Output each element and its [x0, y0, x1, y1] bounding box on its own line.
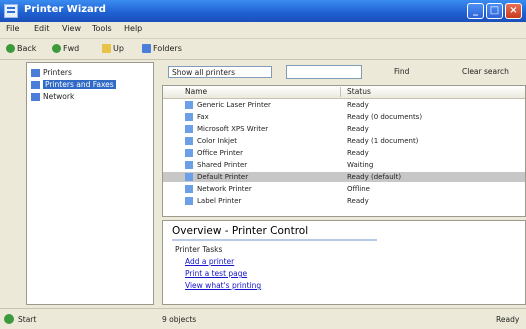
task-link[interactable]: Add a printer — [185, 257, 234, 266]
forward-label: Fwd — [63, 44, 80, 53]
forward-arrow-icon — [52, 44, 61, 53]
task-link[interactable]: Print a test page — [185, 269, 247, 278]
minimize-button[interactable]: _ — [467, 3, 484, 19]
toolbar: Back Fwd Up Folders — [0, 39, 526, 60]
printer-name: Default Printer — [197, 173, 249, 181]
printer-icon — [185, 125, 193, 133]
list-header: Name Status — [163, 86, 525, 99]
table-row[interactable]: Shared Printer Waiting — [163, 160, 525, 170]
menu-tools[interactable]: Tools — [92, 24, 112, 33]
printer-icon — [185, 173, 193, 181]
details-pane: Overview - Printer Control Printer Tasks… — [162, 220, 526, 305]
menu-bar: File Edit View Tools Help — [0, 22, 526, 39]
table-row[interactable]: Default Printer Ready (default) — [163, 172, 525, 182]
details-title: Overview - Printer Control — [172, 225, 309, 237]
window: Printer Wizard _ □ × File Edit View Tool… — [0, 0, 526, 329]
printer-status: Waiting — [347, 161, 374, 169]
folders-label: Folders — [153, 44, 182, 53]
search-input[interactable] — [286, 65, 362, 79]
status-center: 9 objects — [162, 315, 197, 324]
table-row[interactable]: Microsoft XPS Writer Ready — [163, 124, 525, 134]
content-pane: Show all printers Find Clear search Name… — [162, 62, 526, 305]
table-row[interactable]: Color Inkjet Ready (1 document) — [163, 136, 525, 146]
tree-item[interactable]: Printers and Faxes — [31, 79, 116, 90]
status-left[interactable]: Start — [18, 315, 36, 324]
printer-icon — [185, 113, 193, 121]
up-label: Up — [113, 44, 124, 53]
up-folder-icon — [102, 44, 111, 53]
back-button[interactable]: Back — [4, 41, 38, 56]
table-row[interactable]: Fax Ready (0 documents) — [163, 112, 525, 122]
printer-name: Generic Laser Printer — [197, 101, 271, 109]
printer-icon — [185, 149, 193, 157]
printer-icon — [185, 197, 193, 205]
up-button[interactable]: Up — [100, 41, 126, 56]
printer-name: Label Printer — [197, 197, 242, 205]
menu-edit[interactable]: Edit — [34, 24, 50, 33]
column-name[interactable]: Name — [185, 87, 207, 96]
find-button[interactable]: Find — [394, 67, 409, 76]
left-strip — [0, 60, 24, 306]
app-icon — [4, 4, 18, 18]
title-bar[interactable]: Printer Wizard _ □ × — [0, 0, 526, 22]
folders-icon — [142, 44, 151, 53]
printer-icon — [31, 81, 40, 89]
maximize-button[interactable]: □ — [486, 3, 503, 19]
back-arrow-icon — [6, 44, 15, 53]
network-icon — [31, 93, 40, 101]
forward-button[interactable]: Fwd — [50, 41, 81, 56]
tree-item[interactable]: Network — [31, 91, 74, 102]
printer-status: Ready (0 documents) — [347, 113, 423, 121]
printer-list: Name Status Generic Laser Printer Ready Fa… — [162, 85, 526, 217]
printer-icon — [185, 137, 193, 145]
close-icon: × — [509, 5, 518, 16]
printer-status: Ready — [347, 149, 369, 157]
tree-item-label: Printers — [43, 68, 72, 77]
back-label: Back — [17, 44, 37, 53]
column-separator[interactable] — [340, 87, 341, 97]
tree-item-label: Network — [43, 92, 75, 101]
printer-name: Shared Printer — [197, 161, 248, 169]
printer-name: Office Printer — [197, 149, 243, 157]
printer-icon — [185, 101, 193, 109]
menu-help[interactable]: Help — [124, 24, 142, 33]
printer-status: Ready — [347, 125, 369, 133]
printer-name: Network Printer — [197, 185, 252, 193]
printer-status: Ready (1 document) — [347, 137, 419, 145]
printer-status: Ready — [347, 197, 369, 205]
printer-icon — [185, 185, 193, 193]
start-icon — [4, 314, 14, 324]
table-row[interactable]: Office Printer Ready — [163, 148, 525, 158]
printer-name: Microsoft XPS Writer — [197, 125, 269, 133]
filter-dropdown[interactable]: Show all printers — [168, 66, 272, 78]
printer-icon — [31, 69, 40, 77]
table-row[interactable]: Generic Laser Printer Ready — [163, 100, 525, 110]
close-button[interactable]: × — [505, 3, 522, 19]
column-status[interactable]: Status — [347, 87, 371, 96]
folders-button[interactable]: Folders — [140, 41, 184, 56]
tree-item-label: Printers and Faxes — [43, 80, 116, 89]
printer-icon — [185, 161, 193, 169]
filter-bar: Show all printers Find Clear search — [162, 62, 526, 82]
printer-name: Fax — [197, 113, 209, 121]
window-title: Printer Wizard — [24, 4, 106, 15]
table-row[interactable]: Label Printer Ready — [163, 196, 525, 206]
task-link[interactable]: View what's printing — [185, 281, 261, 290]
printer-status: Ready (default) — [347, 173, 402, 181]
maximize-icon: □ — [489, 5, 500, 16]
menu-view[interactable]: View — [62, 24, 81, 33]
menu-file[interactable]: File — [6, 24, 19, 33]
details-divider — [172, 239, 377, 241]
status-bar: Start 9 objects Ready — [0, 308, 526, 329]
tasks-label: Printer Tasks — [175, 245, 223, 254]
printer-status: Offline — [347, 185, 370, 193]
status-right: Ready — [496, 315, 520, 324]
printer-name: Color Inkjet — [197, 137, 238, 145]
table-row[interactable]: Network Printer Offline — [163, 184, 525, 194]
tree-item[interactable]: Printers — [31, 67, 72, 78]
minimize-icon: _ — [473, 5, 478, 16]
clear-search-button[interactable]: Clear search — [462, 67, 509, 76]
folder-tree: Printers Printers and Faxes Network — [26, 62, 154, 305]
printer-status: Ready — [347, 101, 369, 109]
